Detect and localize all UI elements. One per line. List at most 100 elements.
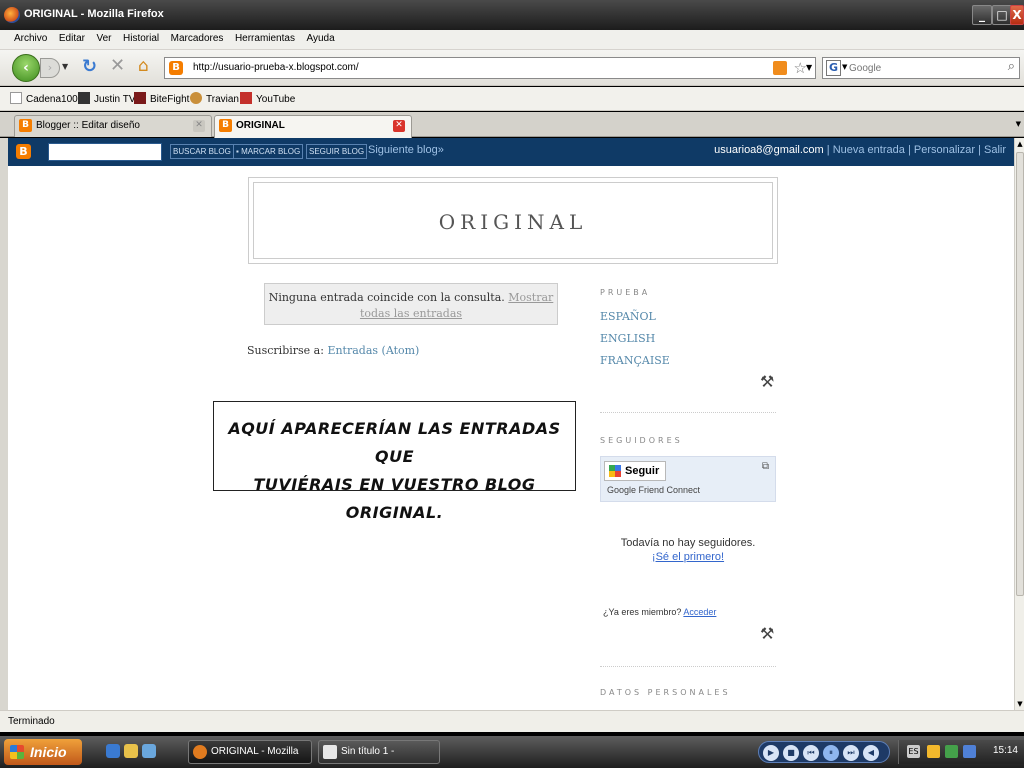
bookmark-travian[interactable]: Travian <box>190 92 239 105</box>
marcar-blog-button[interactable]: ▪ MARCAR BLOG <box>233 144 304 159</box>
volume-icon[interactable]: ◀ <box>863 745 879 761</box>
close-button[interactable]: X <box>1010 5 1024 25</box>
scroll-down-icon[interactable]: ▼ <box>1015 698 1024 710</box>
google-engine-icon[interactable]: G <box>826 60 841 76</box>
stop-media-icon[interactable]: ■ <box>783 745 799 761</box>
acceder-link[interactable]: Acceder <box>683 607 716 617</box>
windows-taskbar: Inicio ORIGINAL - Mozilla Fi... Sin títu… <box>0 736 1024 768</box>
search-icon[interactable]: ⌕ <box>1008 59 1015 74</box>
menu-ver[interactable]: Ver <box>96 33 111 44</box>
page-icon <box>10 92 22 104</box>
google-icon <box>609 465 621 477</box>
url-text[interactable]: http://usuario-prueba-x.blogspot.com/ <box>193 62 359 73</box>
url-dropdown-icon[interactable]: ▼ <box>806 63 812 72</box>
shield-icon[interactable] <box>927 745 940 758</box>
menu-herramientas[interactable]: Herramientas <box>235 33 295 44</box>
openoffice-icon <box>323 745 337 759</box>
pause-icon[interactable]: ⏸ <box>823 745 839 761</box>
ie-quicklaunch-icon[interactable] <box>106 744 120 758</box>
sidebar: PRUEBA ESPAÑOL ENGLISH FRANÇAISE ⚒ SEGUI… <box>600 288 776 697</box>
monitor-icon[interactable] <box>963 745 976 758</box>
home-icon[interactable]: ⌂ <box>138 57 149 75</box>
navigation-toolbar: ‹ › ▼ ↻ ✕ ⌂ B http://usuario-prueba-x.bl… <box>0 50 1024 86</box>
start-button[interactable]: Inicio <box>4 739 82 765</box>
blogger-user-links: usuarioa8@gmail.com | Nueva entrada | Pe… <box>714 144 1006 156</box>
menu-ayuda[interactable]: Ayuda <box>306 33 334 44</box>
buscar-blog-button[interactable]: BUSCAR BLOG <box>170 144 234 159</box>
folder-quicklaunch-icon[interactable] <box>124 744 138 758</box>
blogger-favicon-icon: B <box>19 119 32 132</box>
blogger-favicon-icon: B <box>219 119 232 132</box>
search-input[interactable] <box>849 60 989 76</box>
popout-icon[interactable]: ⧉ <box>762 461 769 472</box>
forward-button[interactable]: › <box>40 58 60 78</box>
vertical-scrollbar[interactable]: ▲ ▼ <box>1014 138 1024 710</box>
url-bar[interactable]: B http://usuario-prueba-x.blogspot.com/ … <box>164 57 816 79</box>
menu-bar: Archivo Editar Ver Historial Marcadores … <box>0 30 1024 50</box>
network-icon[interactable] <box>945 745 958 758</box>
nueva-entrada-link[interactable]: Nueva entrada <box>833 144 905 156</box>
task-openoffice[interactable]: Sin título 1 - OpenOffi... <box>318 740 440 764</box>
system-tray: ES 15:14 <box>898 740 1024 764</box>
tab-blogger-editar[interactable]: B Blogger :: Editar diseño ✕ <box>14 115 212 137</box>
maximize-button[interactable]: □ <box>992 5 1012 25</box>
justin-tv-icon <box>78 92 90 104</box>
menu-historial[interactable]: Historial <box>123 33 159 44</box>
be-first-link[interactable]: ¡Sé el primero! <box>600 550 776 564</box>
blog-title[interactable]: ORIGINAL <box>254 210 772 234</box>
no-posts-message: Ninguna entrada coincide con la consulta… <box>264 283 558 325</box>
rss-icon[interactable] <box>773 61 787 75</box>
stop-icon[interactable]: ✕ <box>110 57 125 75</box>
menu-editar[interactable]: Editar <box>59 33 85 44</box>
firefox-icon <box>4 7 20 23</box>
scroll-up-icon[interactable]: ▲ <box>1015 138 1024 150</box>
placeholder-note: AQUÍ APARECERÍAN LAS ENTRADAS QUE TUVIÉR… <box>213 401 576 522</box>
widget-divider <box>600 666 776 667</box>
window-title: ORIGINAL - Mozilla Firefox <box>24 8 164 20</box>
tab-original[interactable]: B ORIGINAL ✕ <box>214 115 412 138</box>
next-blog-link[interactable]: Siguiente blog» <box>368 144 444 156</box>
seguir-button[interactable]: Seguir <box>604 461 666 481</box>
engine-dropdown-icon[interactable]: ▼ <box>842 63 847 71</box>
history-dropdown-icon[interactable]: ▼ <box>62 62 68 71</box>
lang-english-link[interactable]: ENGLISH <box>600 332 655 345</box>
tab-list-icon[interactable]: ▼ <box>1016 120 1021 128</box>
salir-link[interactable]: Salir <box>984 144 1006 156</box>
menu-marcadores[interactable]: Marcadores <box>171 33 224 44</box>
play-icon[interactable]: ▶ <box>763 745 779 761</box>
desktop-quicklaunch-icon[interactable] <box>142 744 156 758</box>
bookmark-star-icon[interactable]: ☆ <box>794 59 807 77</box>
gfc-label: Google Friend Connect <box>607 485 701 495</box>
user-email: usuarioa8@gmail.com <box>714 144 824 156</box>
bookmark-justin-tv[interactable]: Justin TV <box>78 92 136 105</box>
task-firefox[interactable]: ORIGINAL - Mozilla Fi... <box>188 740 312 764</box>
personalizar-link[interactable]: Personalizar <box>914 144 975 156</box>
google-friend-connect-box: Seguir ⧉ Google Friend Connect <box>600 456 776 502</box>
tab-strip: B Blogger :: Editar diseño ✕ B ORIGINAL … <box>0 112 1024 138</box>
edit-tools-icon[interactable]: ⚒ <box>760 624 774 643</box>
bookmark-youtube[interactable]: YouTube <box>240 92 295 105</box>
blogger-logo-icon[interactable]: B <box>16 144 31 159</box>
edit-tools-icon[interactable]: ⚒ <box>760 372 774 391</box>
blog-search-input[interactable] <box>48 143 162 161</box>
search-box[interactable]: G ▼ ⌕ <box>822 57 1020 79</box>
blogger-favicon-icon: B <box>169 61 183 75</box>
tab-close-icon[interactable]: ✕ <box>193 120 205 132</box>
back-button[interactable]: ‹ <box>12 54 40 82</box>
bookmark-bitefight[interactable]: BiteFight <box>134 92 189 105</box>
seguir-blog-button[interactable]: SEGUIR BLOG <box>306 144 368 159</box>
language-indicator[interactable]: ES <box>907 745 920 758</box>
bookmark-cadena100[interactable]: Cadena100 <box>10 92 78 105</box>
previous-icon[interactable]: ⏮ <box>803 745 819 761</box>
lang-francaise-link[interactable]: FRANÇAISE <box>600 354 670 367</box>
tab-close-icon[interactable]: ✕ <box>393 120 405 132</box>
windows-logo-icon <box>10 745 24 759</box>
window-titlebar: ORIGINAL - Mozilla Firefox _ □ X <box>0 0 1024 30</box>
lang-espanol-link[interactable]: ESPAÑOL <box>600 310 656 323</box>
next-icon[interactable]: ⏭ <box>843 745 859 761</box>
minimize-button[interactable]: _ <box>972 5 992 25</box>
scroll-thumb[interactable] <box>1016 152 1024 596</box>
atom-feed-link[interactable]: Entradas (Atom) <box>327 344 419 357</box>
menu-archivo[interactable]: Archivo <box>14 33 47 44</box>
reload-icon[interactable]: ↻ <box>82 58 97 76</box>
